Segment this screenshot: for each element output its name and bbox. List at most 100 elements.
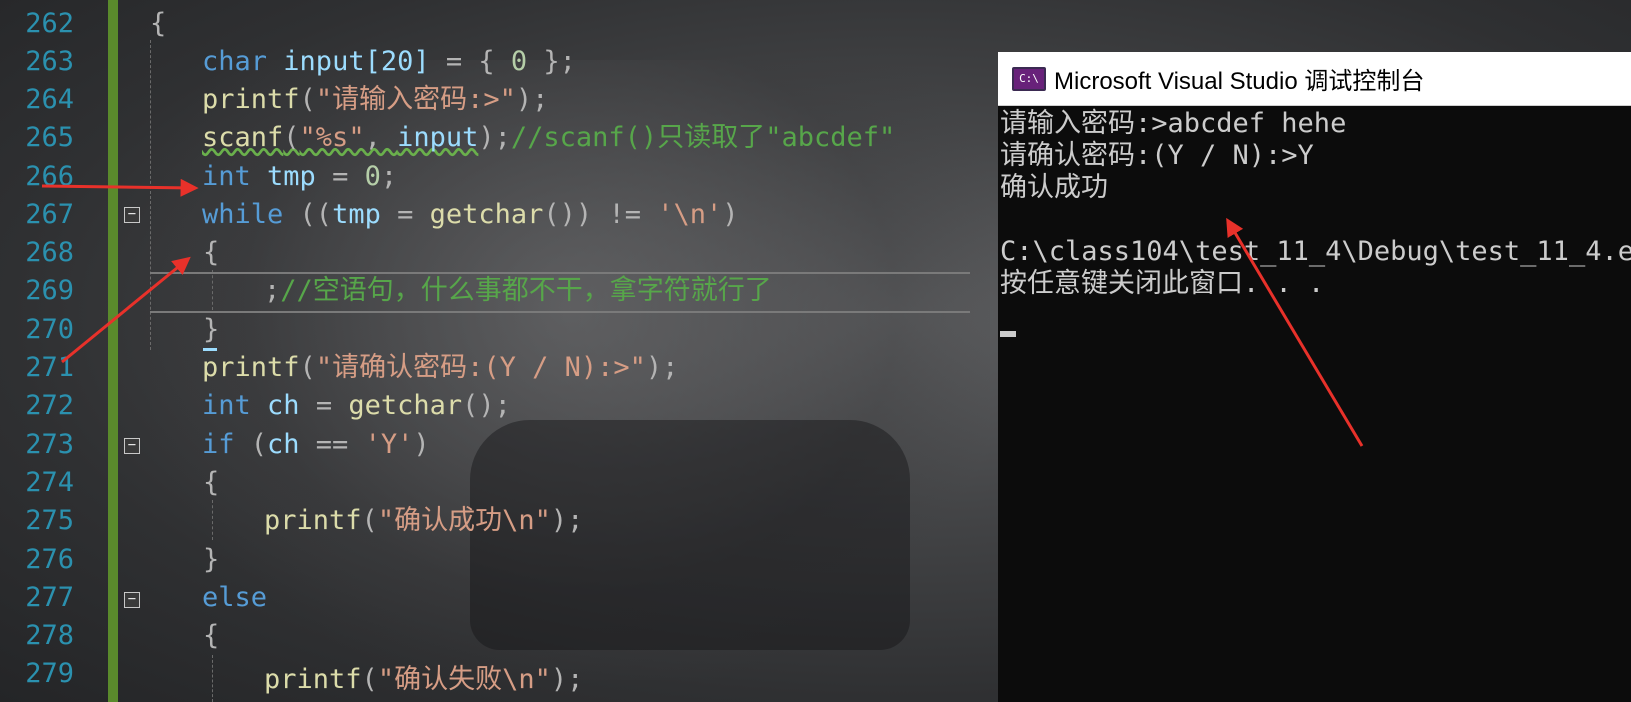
line-number: 274 <box>25 467 74 498</box>
code-line[interactable]: { <box>150 4 166 44</box>
identifier: input <box>397 122 479 153</box>
code-line[interactable]: ;//空语句，什么事都不干，拿字符就行了 <box>264 271 772 311</box>
operator: ()) != <box>543 199 658 230</box>
indent-guide <box>212 655 213 702</box>
string-literal: "请输入密码:>" <box>315 84 516 115</box>
function-name: printf <box>264 505 362 536</box>
paren: ( <box>299 84 316 115</box>
fold-toggle[interactable]: − <box>124 207 140 223</box>
line-number: 263 <box>25 46 74 77</box>
string-literal: "确认成功\n" <box>377 505 551 536</box>
code-line[interactable]: printf("确认失败\n"); <box>264 660 583 700</box>
paren: ); <box>478 122 511 153</box>
console-app-icon: C:\ <box>1012 66 1046 91</box>
console-cursor <box>1000 331 1016 337</box>
brace: } <box>203 544 220 575</box>
number-literal: 0 <box>510 46 528 77</box>
code-line[interactable]: while ((tmp = getchar()) != '\n') <box>202 195 739 235</box>
paren: ( <box>283 122 300 153</box>
function-name: scanf <box>202 122 284 153</box>
console-output-line: 请输入密码:>abcdef hehe <box>1000 108 1347 139</box>
code-line[interactable]: { <box>203 463 219 503</box>
line-number: 278 <box>25 620 74 651</box>
brace: { <box>203 237 220 268</box>
function-name: getchar <box>429 199 544 230</box>
paren: (); <box>462 390 511 421</box>
code-line[interactable]: if (ch == 'Y') <box>202 425 430 465</box>
line-number: 265 <box>25 122 74 153</box>
identifier: tmp <box>250 161 316 192</box>
console-titlebar[interactable]: C:\ Microsoft Visual Studio 调试控制台 <box>998 52 1631 106</box>
keyword: if <box>202 429 235 460</box>
change-tracking-bar <box>108 0 118 702</box>
paren: ( <box>234 429 268 460</box>
code-line[interactable]: printf("确认成功\n"); <box>264 501 583 541</box>
operator: == <box>299 429 365 460</box>
line-number: 272 <box>25 390 74 421</box>
current-block-highlight <box>150 311 970 313</box>
line-number: 273 <box>25 429 74 460</box>
console-output-line: 请确认密码:(Y / N):>Y <box>1000 140 1314 171</box>
line-number: 266 <box>25 161 74 192</box>
code-line[interactable]: int ch = getchar(); <box>202 386 511 426</box>
operator: = <box>380 199 430 230</box>
char-literal: '\n' <box>657 199 723 230</box>
code-line[interactable]: { <box>203 616 219 656</box>
line-number: 269 <box>25 275 74 306</box>
debug-console-window[interactable]: C:\ Microsoft Visual Studio 调试控制台 请输入密码:… <box>998 52 1631 702</box>
indent-guide <box>212 500 213 540</box>
string-literal: "%s" <box>299 122 365 153</box>
line-number: 267 <box>25 199 74 230</box>
brace: { <box>150 8 167 39</box>
code-line[interactable]: } <box>203 310 219 350</box>
paren: ) <box>722 199 739 230</box>
line-number: 270 <box>25 314 74 345</box>
char-literal: 'Y' <box>364 429 414 460</box>
paren: ( <box>299 352 316 383</box>
code-line[interactable]: char input[20] = { 0 }; <box>202 42 576 82</box>
identifier: input[20] <box>283 46 430 77</box>
code-line[interactable]: { <box>203 233 219 273</box>
function-name: getchar <box>348 390 463 421</box>
operator: = <box>429 46 479 77</box>
code-line[interactable]: int tmp = 0; <box>202 157 397 197</box>
type-keyword: int <box>202 161 251 192</box>
code-line[interactable]: } <box>203 540 219 580</box>
brace: { <box>478 46 511 77</box>
operator: = <box>315 161 365 192</box>
console-output-line: 按任意键关闭此窗口. . . <box>1000 268 1325 299</box>
string-literal: "请确认密码:(Y / N):>" <box>315 352 646 383</box>
type-keyword: char <box>202 46 268 77</box>
line-number: 275 <box>25 505 74 536</box>
line-number: 271 <box>25 352 74 383</box>
paren: (( <box>283 199 333 230</box>
line-number: 277 <box>25 582 74 613</box>
code-line[interactable]: printf("请输入密码:>"); <box>202 80 548 120</box>
code-line[interactable]: scanf("%s", input);//scanf()只读取了"abcdef" <box>202 118 895 158</box>
comment: //空语句，什么事都不干，拿字符就行了 <box>280 275 772 306</box>
number-literal: 0 <box>364 161 381 192</box>
brace: }; <box>527 46 576 77</box>
fold-toggle[interactable]: − <box>124 438 140 454</box>
separator: , <box>364 122 398 153</box>
console-output-line: C:\class104\test_11_4\Debug\test_11_4.ex… <box>1000 236 1631 267</box>
line-number: 276 <box>25 544 74 575</box>
semicolon: ; <box>264 275 281 306</box>
brace: { <box>203 620 220 651</box>
paren: ); <box>515 84 549 115</box>
paren: ) <box>413 429 430 460</box>
fold-toggle[interactable]: − <box>124 592 140 608</box>
indent-guide <box>150 40 151 350</box>
indent-guide <box>212 270 213 310</box>
window-title: Microsoft Visual Studio 调试控制台 <box>1054 68 1425 95</box>
comment: //scanf()只读取了"abcdef" <box>510 122 896 153</box>
keyword: else <box>202 582 268 613</box>
paren: ); <box>550 505 584 536</box>
function-name: printf <box>202 352 300 383</box>
string-literal: "确认失败\n" <box>377 664 551 695</box>
paren: ( <box>361 505 378 536</box>
code-line[interactable]: else <box>202 578 267 618</box>
operator: = <box>299 390 349 421</box>
paren: ); <box>645 352 679 383</box>
code-line[interactable]: printf("请确认密码:(Y / N):>"); <box>202 348 678 388</box>
